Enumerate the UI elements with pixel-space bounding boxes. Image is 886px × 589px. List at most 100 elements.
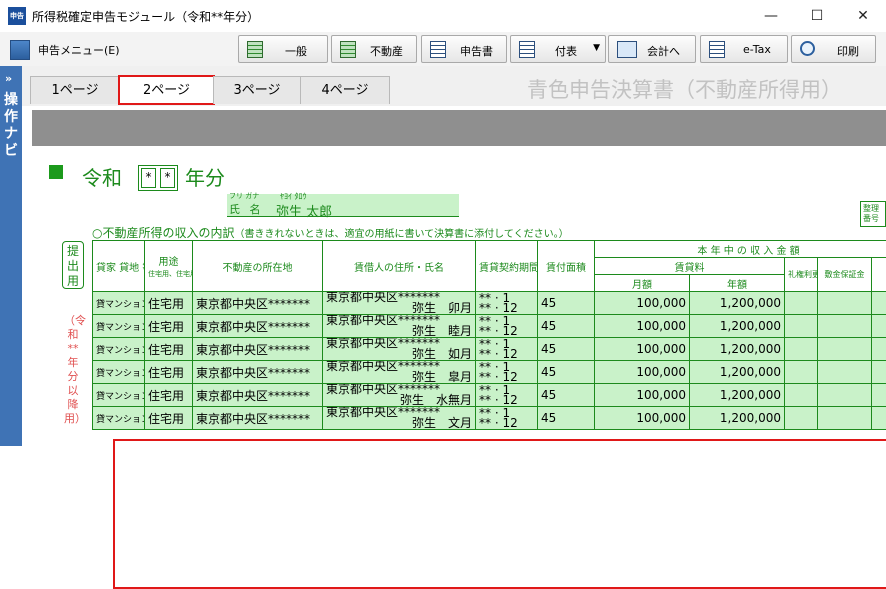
tenant-cell[interactable]: 東京都中央区*******弥生 文月 bbox=[323, 407, 476, 430]
extra-cell[interactable] bbox=[872, 361, 886, 384]
highlight-frame bbox=[113, 439, 886, 589]
extra-cell[interactable] bbox=[872, 292, 886, 315]
area-cell[interactable]: 45 bbox=[538, 338, 595, 361]
table-row[interactable]: 貸マンション住宅用東京都中央区*******東京都中央区*******弥生 水無… bbox=[93, 384, 886, 407]
deposit-cell[interactable] bbox=[818, 384, 872, 407]
area-cell[interactable]: 45 bbox=[538, 407, 595, 430]
reikin-cell[interactable] bbox=[785, 407, 818, 430]
monthly-rent-cell[interactable]: 100,000 bbox=[595, 338, 690, 361]
divider bbox=[227, 216, 459, 217]
extra-cell[interactable] bbox=[872, 315, 886, 338]
reikin-cell[interactable] bbox=[785, 315, 818, 338]
area-cell[interactable]: 45 bbox=[538, 361, 595, 384]
kashi-cell[interactable]: 貸マンション bbox=[93, 338, 145, 361]
period-cell[interactable]: ** · 1** · 12 bbox=[476, 407, 538, 430]
deposit-cell[interactable] bbox=[818, 407, 872, 430]
location-cell[interactable]: 東京都中央区******* bbox=[193, 315, 323, 338]
tenant-header: 賃借人の住所・氏名 bbox=[323, 241, 476, 292]
real-estate-button[interactable]: 不動産 bbox=[331, 35, 417, 63]
expand-icon[interactable]: » bbox=[5, 72, 12, 85]
youto-cell[interactable]: 住宅用 bbox=[145, 315, 193, 338]
area-cell[interactable]: 45 bbox=[538, 292, 595, 315]
area-cell[interactable]: 45 bbox=[538, 315, 595, 338]
general-button[interactable]: 一般 bbox=[238, 35, 328, 63]
table-row[interactable]: 貸マンション住宅用東京都中央区*******東京都中央区*******弥生 睦月… bbox=[93, 315, 886, 338]
etax-button[interactable]: e-Tax bbox=[700, 35, 788, 63]
youto-cell[interactable]: 住宅用 bbox=[145, 338, 193, 361]
tenant-cell[interactable]: 東京都中央区*******弥生 卯月 bbox=[323, 292, 476, 315]
location-cell[interactable]: 東京都中央区******* bbox=[193, 292, 323, 315]
youto-cell[interactable]: 住宅用 bbox=[145, 384, 193, 407]
kashi-header: 貸家 貸地 等の別 bbox=[93, 241, 145, 292]
monthly-rent-cell[interactable]: 100,000 bbox=[595, 315, 690, 338]
youto-cell[interactable]: 住宅用 bbox=[145, 292, 193, 315]
tenant-cell[interactable]: 東京都中央区*******弥生 如月 bbox=[323, 338, 476, 361]
appendix-button[interactable]: 付表▼ bbox=[510, 35, 606, 63]
reikin-cell[interactable] bbox=[785, 361, 818, 384]
kashi-cell[interactable]: 貸マンション bbox=[93, 361, 145, 384]
table-row[interactable]: 貸マンション住宅用東京都中央区*******東京都中央区*******弥生 卯月… bbox=[93, 292, 886, 315]
period-cell[interactable]: ** · 1** · 12 bbox=[476, 315, 538, 338]
yearly-rent-cell[interactable]: 1,200,000 bbox=[690, 292, 785, 315]
yearly-rent-cell[interactable]: 1,200,000 bbox=[690, 407, 785, 430]
year-field[interactable]: * * bbox=[138, 165, 178, 191]
yearly-rent-cell[interactable]: 1,200,000 bbox=[690, 315, 785, 338]
tab-page-4[interactable]: 4ページ bbox=[300, 76, 390, 104]
deposit-cell[interactable] bbox=[818, 315, 872, 338]
kashi-cell[interactable]: 貸マンション bbox=[93, 407, 145, 430]
tenant-cell[interactable]: 東京都中央区*******弥生 水無月 bbox=[323, 384, 476, 407]
deposit-cell[interactable] bbox=[818, 361, 872, 384]
table-row[interactable]: 貸マンション住宅用東京都中央区*******東京都中央区*******弥生 皐月… bbox=[93, 361, 886, 384]
reikin-cell[interactable] bbox=[785, 338, 818, 361]
year-suffix: 年分 bbox=[185, 162, 225, 191]
reikin-cell[interactable] bbox=[785, 292, 818, 315]
year-digit[interactable]: * bbox=[160, 168, 175, 188]
period-cell[interactable]: ** · 1** · 12 bbox=[476, 361, 538, 384]
location-cell[interactable]: 東京都中央区******* bbox=[193, 384, 323, 407]
year-digit[interactable]: * bbox=[141, 168, 156, 188]
yearly-rent-cell[interactable]: 1,200,000 bbox=[690, 384, 785, 407]
print-button[interactable]: 印刷 bbox=[791, 35, 876, 63]
period-cell[interactable]: ** · 1** · 12 bbox=[476, 338, 538, 361]
tab-page-3[interactable]: 3ページ bbox=[213, 76, 301, 104]
minimize-button[interactable]: — bbox=[748, 0, 794, 32]
declaration-menu[interactable]: 申告メニュー(E) bbox=[38, 42, 120, 58]
location-cell[interactable]: 東京都中央区******* bbox=[193, 407, 323, 430]
declaration-button[interactable]: 申告書 bbox=[421, 35, 507, 63]
table-row[interactable]: 貸マンション住宅用東京都中央区*******東京都中央区*******弥生 文月… bbox=[93, 407, 886, 430]
maximize-button[interactable]: ☐ bbox=[794, 0, 840, 32]
location-cell[interactable]: 東京都中央区******* bbox=[193, 338, 323, 361]
tab-page-2[interactable]: 2ページ bbox=[119, 76, 214, 104]
extra-cell[interactable] bbox=[872, 338, 886, 361]
deposit-cell[interactable] bbox=[818, 338, 872, 361]
extra-cell[interactable] bbox=[872, 384, 886, 407]
deposit-cell[interactable] bbox=[818, 292, 872, 315]
kashi-cell[interactable]: 貸マンション bbox=[93, 384, 145, 407]
extra-cell[interactable] bbox=[872, 407, 886, 430]
youto-cell[interactable]: 住宅用 bbox=[145, 361, 193, 384]
yearly-rent-cell[interactable]: 1,200,000 bbox=[690, 338, 785, 361]
accounting-button[interactable]: 会計へ bbox=[608, 35, 696, 63]
tenant-cell[interactable]: 東京都中央区*******弥生 皐月 bbox=[323, 361, 476, 384]
kashi-cell[interactable]: 貸マンション bbox=[93, 292, 145, 315]
tab-page-1[interactable]: 1ページ bbox=[30, 76, 120, 104]
youto-cell[interactable]: 住宅用 bbox=[145, 407, 193, 430]
monthly-rent-cell[interactable]: 100,000 bbox=[595, 384, 690, 407]
period-cell[interactable]: ** · 1** · 12 bbox=[476, 292, 538, 315]
monthly-rent-cell[interactable]: 100,000 bbox=[595, 407, 690, 430]
page-tabs: 1ページ 2ページ 3ページ 4ページ 青色申告決算書（不動産所得用） bbox=[22, 66, 886, 106]
furigana-label: フリ ガナ bbox=[229, 191, 259, 201]
monthly-rent-cell[interactable]: 100,000 bbox=[595, 292, 690, 315]
table-row[interactable]: 貸マンション住宅用東京都中央区*******東京都中央区*******弥生 如月… bbox=[93, 338, 886, 361]
reikin-cell[interactable] bbox=[785, 384, 818, 407]
close-button[interactable]: ✕ bbox=[840, 0, 886, 32]
period-cell[interactable]: ** · 1** · 12 bbox=[476, 384, 538, 407]
operation-navi[interactable]: » 操作ナビ bbox=[0, 66, 22, 446]
monthly-rent-cell[interactable]: 100,000 bbox=[595, 361, 690, 384]
kashi-cell[interactable]: 貸マンション bbox=[93, 315, 145, 338]
location-cell[interactable]: 東京都中央区******* bbox=[193, 361, 323, 384]
yearly-rent-cell[interactable]: 1,200,000 bbox=[690, 361, 785, 384]
menu-icon[interactable] bbox=[10, 40, 30, 60]
tenant-cell[interactable]: 東京都中央区*******弥生 睦月 bbox=[323, 315, 476, 338]
area-cell[interactable]: 45 bbox=[538, 384, 595, 407]
